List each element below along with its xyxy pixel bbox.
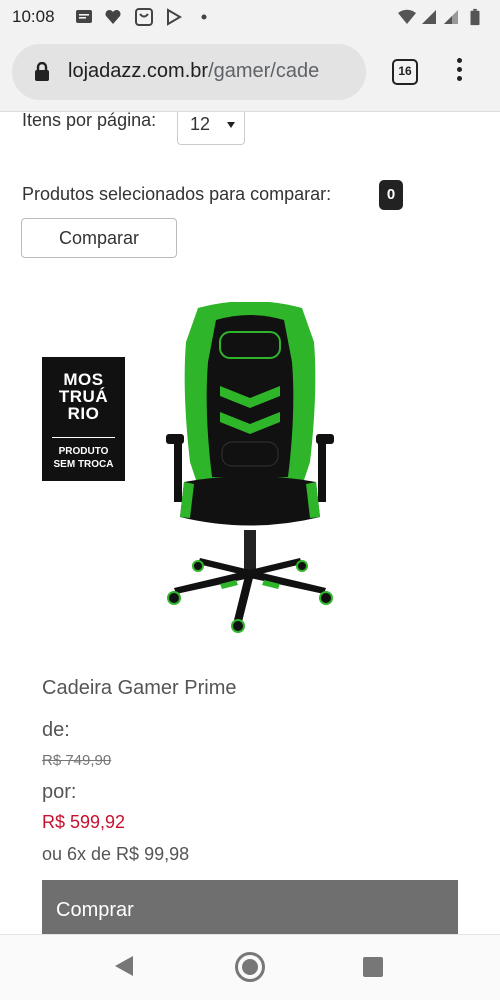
url-domain: lojadazz.com.br xyxy=(68,60,209,82)
address-bar[interactable]: lojadazz.com.br/gamer/cade xyxy=(12,44,366,100)
back-icon[interactable] xyxy=(115,956,133,976)
compare-button[interactable]: Comparar xyxy=(21,218,177,258)
items-per-page-select[interactable]: 12 xyxy=(177,112,245,145)
compare-selected-label: Produtos selecionados para comparar: xyxy=(22,184,332,204)
old-price: R$ 749,90 xyxy=(42,752,112,769)
dropdown-arrow-icon xyxy=(227,122,235,128)
system-nav-bar xyxy=(0,934,500,1000)
wifi-icon xyxy=(398,9,416,24)
url-path: /gamer/cade xyxy=(208,60,320,82)
product-name[interactable]: Cadeira Gamer Prime xyxy=(42,677,237,700)
signal-2-icon xyxy=(444,10,458,24)
signal-icon xyxy=(422,10,436,24)
message-icon xyxy=(76,10,92,23)
installments-text: ou 6x de R$ 99,98 xyxy=(42,844,190,864)
badge-subtitle: PRODUTO SEM TROCA xyxy=(42,445,125,471)
items-per-page-label: Itens por página: xyxy=(22,112,157,130)
browser-toolbar: lojadazz.com.br/gamer/cade 16 xyxy=(0,34,500,112)
status-bar: 10:08 xyxy=(0,0,500,34)
tab-switcher-button[interactable]: 16 xyxy=(392,59,418,85)
showroom-badge: MOS TRUÁ RIO PRODUTO SEM TROCA xyxy=(42,357,125,481)
shopping-bag-icon xyxy=(135,8,153,26)
product-image[interactable] xyxy=(150,302,350,642)
items-per-page-value: 12 xyxy=(190,114,211,134)
badge-divider xyxy=(52,437,115,438)
more-options-icon[interactable] xyxy=(452,58,466,88)
buy-button[interactable]: Comprar xyxy=(42,880,458,934)
price-from-label: de: xyxy=(42,719,70,741)
lock-icon xyxy=(35,62,49,81)
more-notifications-icon xyxy=(201,14,207,20)
badge-sub-line-1: PRODUTO xyxy=(58,446,109,457)
badge-line: TRUÁ xyxy=(58,387,109,406)
price-by-label: por: xyxy=(42,781,77,803)
battery-icon xyxy=(470,8,480,26)
url-text: lojadazz.com.br/gamer/cade xyxy=(68,60,319,83)
compare-count-badge: 0 xyxy=(379,180,403,210)
badge-line: RIO xyxy=(67,404,100,423)
sale-price: R$ 599,92 xyxy=(42,812,126,832)
heart-icon xyxy=(105,9,121,24)
status-time: 10:08 xyxy=(12,7,55,26)
page-content: Itens por página: 12 Produtos selecionad… xyxy=(0,112,500,934)
recent-apps-icon[interactable] xyxy=(363,957,383,977)
badge-sub-line-2: SEM TROCA xyxy=(53,459,114,470)
play-store-icon xyxy=(167,8,182,26)
home-icon[interactable] xyxy=(235,952,265,982)
badge-line: MOS xyxy=(63,370,104,389)
